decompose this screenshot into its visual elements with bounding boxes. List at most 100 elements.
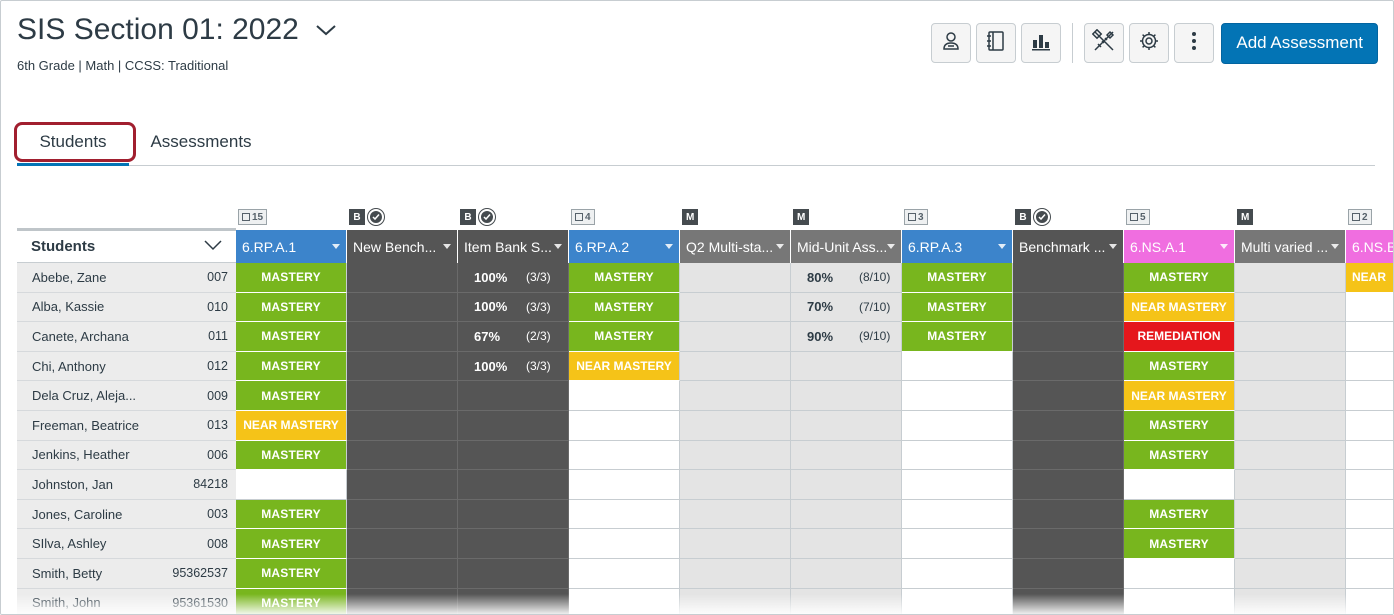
score-cell[interactable] — [1346, 559, 1393, 589]
score-cell[interactable] — [791, 559, 902, 589]
score-cell[interactable] — [791, 440, 902, 471]
score-cell[interactable] — [347, 470, 458, 500]
column-header[interactable]: 6.RP.A.1 — [236, 230, 347, 263]
score-cell[interactable]: MASTERY — [236, 292, 347, 323]
score-cell[interactable] — [1235, 322, 1346, 352]
students-column-header[interactable]: Students — [17, 228, 236, 263]
score-cell[interactable] — [569, 381, 680, 411]
score-cell[interactable] — [1013, 292, 1124, 323]
score-cell[interactable] — [347, 499, 458, 530]
score-cell[interactable] — [680, 559, 791, 589]
score-cell[interactable]: MASTERY — [236, 559, 347, 589]
column-header[interactable]: 6.NS.B — [1346, 230, 1393, 263]
score-cell[interactable] — [680, 470, 791, 500]
score-cell[interactable] — [791, 588, 902, 614]
score-cell[interactable] — [347, 351, 458, 382]
score-cell[interactable] — [1235, 470, 1346, 500]
student-row-header[interactable]: Johnston, Jan 84218 — [17, 470, 236, 500]
score-cell[interactable] — [1346, 411, 1393, 441]
settings-button[interactable] — [1129, 23, 1170, 63]
score-cell[interactable]: MASTERY — [902, 292, 1013, 323]
student-name[interactable]: Alba, Kassie — [32, 299, 104, 314]
score-cell[interactable]: NEAR MASTERY — [1124, 292, 1235, 323]
score-cell[interactable] — [1346, 322, 1393, 352]
score-cell[interactable]: 80% (8/10) — [791, 263, 902, 293]
score-cell[interactable] — [902, 470, 1013, 500]
score-cell[interactable] — [1346, 381, 1393, 411]
student-name[interactable]: Abebe, Zane — [32, 270, 106, 285]
score-cell[interactable]: MASTERY — [569, 322, 680, 352]
reports-button[interactable] — [1021, 23, 1062, 63]
score-cell[interactable] — [569, 559, 680, 589]
score-cell[interactable]: MASTERY — [236, 381, 347, 411]
score-cell[interactable]: MASTERY — [569, 263, 680, 293]
score-cell[interactable] — [1346, 529, 1393, 559]
score-cell[interactable] — [680, 440, 791, 471]
score-cell[interactable] — [347, 292, 458, 323]
score-cell[interactable] — [680, 588, 791, 614]
score-cell[interactable]: MASTERY — [1124, 440, 1235, 471]
score-cell[interactable] — [902, 588, 1013, 614]
score-cell[interactable] — [902, 499, 1013, 530]
student-row-header[interactable]: Canete, Archana 011 — [17, 322, 236, 352]
score-cell[interactable] — [458, 499, 569, 530]
score-cell[interactable] — [1346, 499, 1393, 530]
caret-down-icon[interactable] — [998, 244, 1006, 249]
score-cell[interactable] — [1013, 470, 1124, 500]
score-cell[interactable] — [1346, 440, 1393, 471]
score-cell[interactable] — [680, 292, 791, 323]
score-cell[interactable] — [569, 470, 680, 500]
score-cell[interactable] — [1235, 381, 1346, 411]
score-cell[interactable] — [347, 381, 458, 411]
score-cell[interactable] — [680, 263, 791, 293]
score-cell[interactable] — [1235, 529, 1346, 559]
score-cell[interactable]: NEAR — [1346, 263, 1393, 293]
score-cell[interactable]: 100% (3/3) — [458, 351, 569, 382]
score-cell[interactable] — [1235, 588, 1346, 614]
score-cell[interactable] — [791, 381, 902, 411]
caret-down-icon[interactable] — [776, 244, 784, 249]
score-cell[interactable] — [458, 381, 569, 411]
caret-down-icon[interactable] — [554, 244, 562, 249]
caret-down-icon[interactable] — [1109, 244, 1117, 249]
score-cell[interactable]: REMEDIATION — [1124, 322, 1235, 352]
column-header[interactable]: Q2 Multi-sta... — [680, 230, 791, 263]
score-cell[interactable] — [902, 411, 1013, 441]
column-header[interactable]: 6.NS.A.1 — [1124, 230, 1235, 263]
student-row-header[interactable]: Smith, John 95361530 — [17, 588, 236, 614]
score-cell[interactable]: MASTERY — [1124, 411, 1235, 441]
score-cell[interactable] — [1235, 263, 1346, 293]
student-name[interactable]: SIlva, Ashley — [32, 536, 106, 551]
chevron-down-icon[interactable] — [315, 19, 337, 41]
column-header[interactable]: New Bench... — [347, 230, 458, 263]
score-cell[interactable] — [1346, 292, 1393, 323]
score-cell[interactable] — [680, 529, 791, 559]
score-cell[interactable] — [458, 440, 569, 471]
score-cell[interactable] — [1013, 499, 1124, 530]
score-cell[interactable] — [1013, 529, 1124, 559]
student-name[interactable]: Smith, Betty — [32, 566, 102, 581]
score-cell[interactable] — [458, 559, 569, 589]
score-cell[interactable] — [902, 381, 1013, 411]
score-cell[interactable] — [458, 588, 569, 614]
caret-down-icon[interactable] — [1331, 244, 1339, 249]
score-cell[interactable] — [791, 351, 902, 382]
score-cell[interactable]: 90% (9/10) — [791, 322, 902, 352]
column-header[interactable]: 6.RP.A.2 — [569, 230, 680, 263]
score-cell[interactable]: MASTERY — [236, 351, 347, 382]
score-cell[interactable] — [1013, 411, 1124, 441]
student-row-header[interactable]: Freeman, Beatrice 013 — [17, 411, 236, 441]
score-cell[interactable] — [347, 588, 458, 614]
score-cell[interactable] — [569, 440, 680, 471]
score-cell[interactable] — [458, 411, 569, 441]
caret-down-icon[interactable] — [443, 244, 451, 249]
score-cell[interactable] — [791, 499, 902, 530]
score-cell[interactable]: MASTERY — [1124, 263, 1235, 293]
score-cell[interactable] — [458, 529, 569, 559]
score-cell[interactable] — [347, 263, 458, 293]
tab-assessments[interactable]: Assessments — [150, 120, 251, 164]
score-cell[interactable]: MASTERY — [236, 499, 347, 530]
score-cell[interactable] — [569, 529, 680, 559]
column-header[interactable]: 6.RP.A.3 — [902, 230, 1013, 263]
score-cell[interactable]: MASTERY — [1124, 351, 1235, 382]
